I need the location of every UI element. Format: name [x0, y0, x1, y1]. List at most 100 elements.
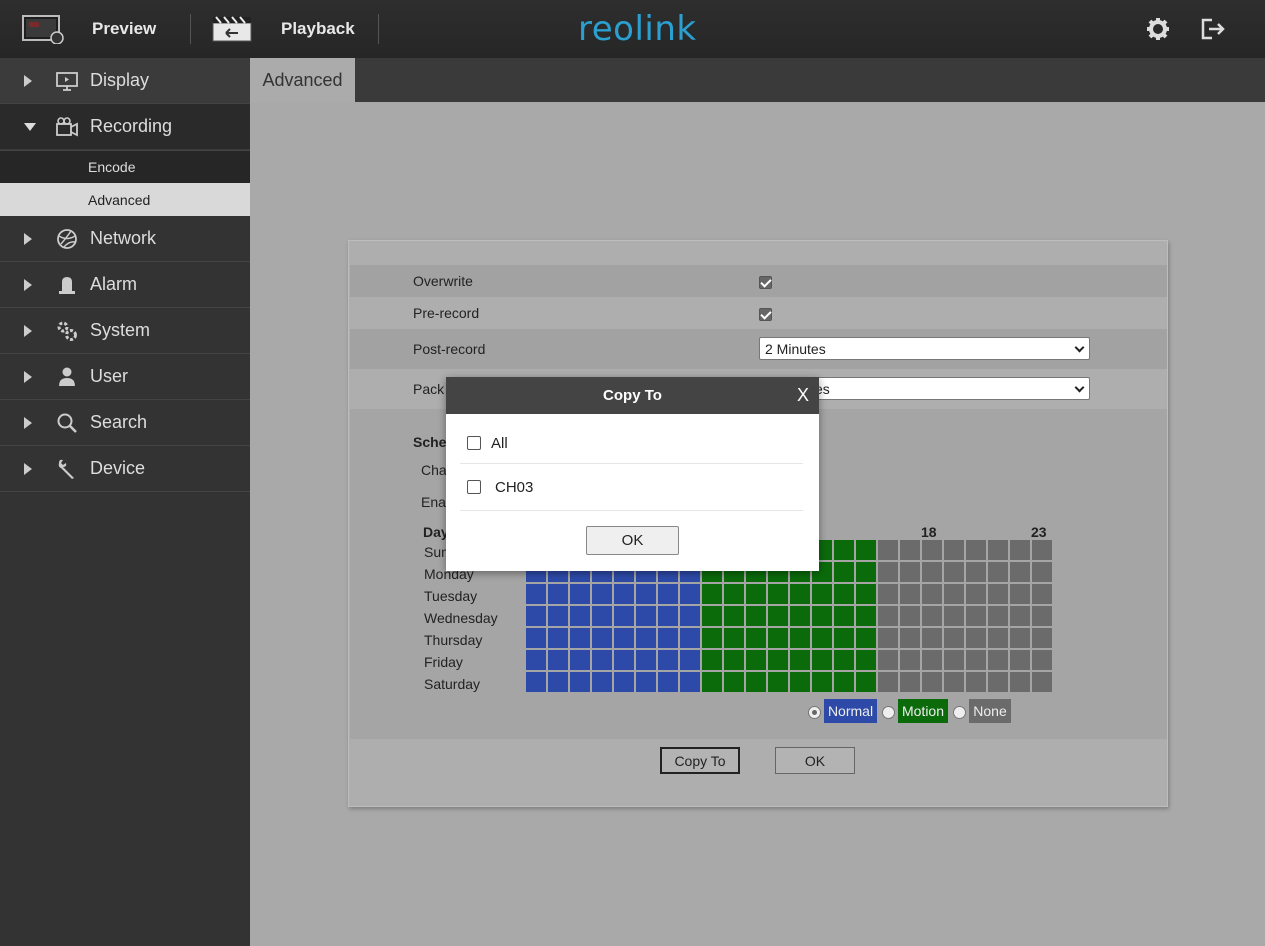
schedule-cell[interactable]	[900, 650, 920, 670]
schedule-cell[interactable]	[834, 628, 854, 648]
schedule-cell[interactable]	[658, 584, 678, 604]
schedule-cell[interactable]	[900, 606, 920, 626]
schedule-cell[interactable]	[680, 650, 700, 670]
schedule-cell[interactable]	[636, 606, 656, 626]
schedule-cell[interactable]	[658, 628, 678, 648]
schedule-cell[interactable]	[988, 672, 1008, 692]
schedule-cell[interactable]	[724, 628, 744, 648]
schedule-cell[interactable]	[856, 650, 876, 670]
schedule-cell[interactable]	[1010, 672, 1030, 692]
schedule-cell[interactable]	[614, 672, 634, 692]
schedule-cell[interactable]	[548, 650, 568, 670]
schedule-cell[interactable]	[988, 540, 1008, 560]
schedule-cell[interactable]	[702, 672, 722, 692]
schedule-cell[interactable]	[526, 628, 546, 648]
schedule-cell[interactable]	[856, 584, 876, 604]
copy-option-ch03[interactable]: CH03	[460, 465, 803, 509]
normal-legend[interactable]: Normal	[824, 699, 877, 723]
schedule-cell[interactable]	[922, 562, 942, 582]
schedule-cell[interactable]	[922, 628, 942, 648]
schedule-cell[interactable]	[944, 584, 964, 604]
schedule-cell[interactable]	[1010, 606, 1030, 626]
schedule-cell[interactable]	[680, 672, 700, 692]
schedule-cell[interactable]	[526, 672, 546, 692]
schedule-cell[interactable]	[702, 628, 722, 648]
schedule-cell[interactable]	[1010, 584, 1030, 604]
schedule-cell[interactable]	[812, 606, 832, 626]
schedule-cell[interactable]	[768, 584, 788, 604]
schedule-cell[interactable]	[1032, 672, 1052, 692]
schedule-cell[interactable]	[768, 606, 788, 626]
schedule-cell[interactable]	[812, 584, 832, 604]
ok-button[interactable]: OK	[775, 747, 855, 774]
schedule-cell[interactable]	[966, 584, 986, 604]
none-legend[interactable]: None	[969, 699, 1011, 723]
schedule-cell[interactable]	[988, 650, 1008, 670]
schedule-cell[interactable]	[548, 606, 568, 626]
schedule-cell[interactable]	[790, 672, 810, 692]
schedule-cell[interactable]	[900, 628, 920, 648]
schedule-cell[interactable]	[878, 606, 898, 626]
schedule-cell[interactable]	[834, 606, 854, 626]
playback-button[interactable]: Playback	[212, 0, 355, 58]
schedule-cell[interactable]	[636, 628, 656, 648]
schedule-cell[interactable]	[724, 672, 744, 692]
schedule-cell[interactable]	[834, 540, 854, 560]
schedule-cell[interactable]	[592, 628, 612, 648]
schedule-cell[interactable]	[746, 584, 766, 604]
sidebar-item-recording[interactable]: Recording	[0, 104, 250, 150]
sidebar-item-network[interactable]: Network	[0, 216, 250, 262]
schedule-cell[interactable]	[636, 672, 656, 692]
schedule-cell[interactable]	[548, 584, 568, 604]
schedule-cell[interactable]	[658, 606, 678, 626]
normal-radio[interactable]	[808, 706, 821, 719]
schedule-cell[interactable]	[570, 584, 590, 604]
schedule-cell[interactable]	[1032, 606, 1052, 626]
schedule-cell[interactable]	[768, 628, 788, 648]
schedule-cell[interactable]	[702, 584, 722, 604]
schedule-cell[interactable]	[812, 628, 832, 648]
all-checkbox[interactable]	[467, 436, 481, 450]
prerecord-checkbox[interactable]	[759, 308, 772, 321]
schedule-cell[interactable]	[988, 562, 1008, 582]
schedule-cell[interactable]	[724, 606, 744, 626]
schedule-cell[interactable]	[922, 672, 942, 692]
schedule-cell[interactable]	[570, 606, 590, 626]
schedule-cell[interactable]	[526, 650, 546, 670]
schedule-cell[interactable]	[768, 650, 788, 670]
overwrite-checkbox[interactable]	[759, 276, 772, 289]
schedule-cell[interactable]	[592, 672, 612, 692]
schedule-cell[interactable]	[636, 650, 656, 670]
schedule-cell[interactable]	[922, 650, 942, 670]
schedule-cell[interactable]	[526, 584, 546, 604]
schedule-cell[interactable]	[834, 562, 854, 582]
schedule-cell[interactable]	[724, 650, 744, 670]
schedule-cell[interactable]	[680, 628, 700, 648]
schedule-cell[interactable]	[922, 540, 942, 560]
schedule-cell[interactable]	[966, 650, 986, 670]
schedule-cell[interactable]	[966, 606, 986, 626]
schedule-cell[interactable]	[790, 650, 810, 670]
schedule-cell[interactable]	[856, 606, 876, 626]
schedule-cell[interactable]	[944, 606, 964, 626]
schedule-cell[interactable]	[548, 628, 568, 648]
copy-option-all[interactable]: All	[460, 421, 803, 465]
schedule-cell[interactable]	[922, 606, 942, 626]
schedule-cell[interactable]	[1010, 540, 1030, 560]
schedule-cell[interactable]	[812, 672, 832, 692]
schedule-cell[interactable]	[878, 562, 898, 582]
schedule-cell[interactable]	[1032, 562, 1052, 582]
schedule-cell[interactable]	[614, 628, 634, 648]
schedule-cell[interactable]	[680, 584, 700, 604]
gear-icon[interactable]	[1145, 16, 1171, 42]
schedule-cell[interactable]	[878, 628, 898, 648]
schedule-cell[interactable]	[900, 562, 920, 582]
sidebar-subitem-encode[interactable]: Encode	[0, 150, 250, 183]
close-icon[interactable]: X	[797, 385, 809, 406]
copy-to-button[interactable]: Copy To	[660, 747, 740, 774]
schedule-cell[interactable]	[944, 562, 964, 582]
postrecord-select[interactable]: 2 Minutes	[759, 337, 1090, 360]
schedule-cell[interactable]	[988, 628, 1008, 648]
schedule-cell[interactable]	[570, 628, 590, 648]
sidebar-subitem-advanced[interactable]: Advanced	[0, 183, 250, 216]
